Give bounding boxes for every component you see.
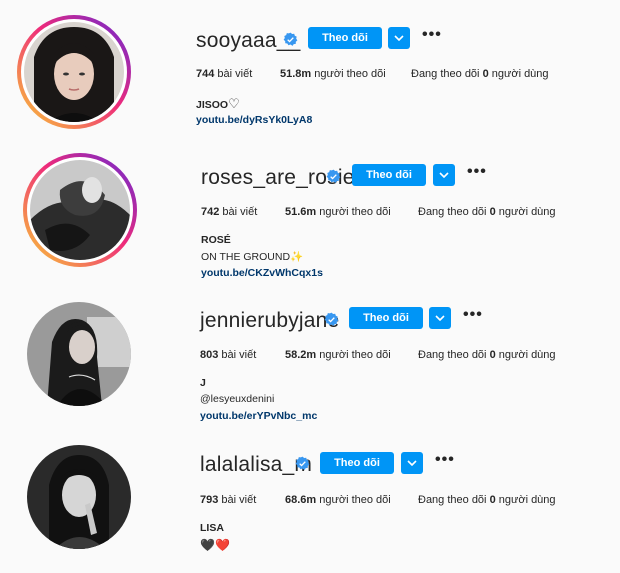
followers-count[interactable]: 58.2m người theo dõi xyxy=(285,349,391,361)
follow-button[interactable]: Theo dõi xyxy=(308,27,382,49)
avatar[interactable] xyxy=(27,302,131,406)
verified-badge-icon xyxy=(283,32,298,46)
suggested-dropdown-button[interactable] xyxy=(401,452,423,474)
bio-text: ON THE GROUND✨ xyxy=(201,251,304,263)
verified-badge-icon xyxy=(326,169,341,183)
verified-badge-icon xyxy=(324,312,339,326)
avatar[interactable] xyxy=(27,445,131,549)
follow-button[interactable]: Theo dõi xyxy=(320,452,394,474)
chevron-down-icon xyxy=(435,315,445,321)
followers-count[interactable]: 68.6m người theo dõi xyxy=(285,494,391,506)
more-options-icon[interactable]: ••• xyxy=(467,163,487,181)
hearts-icon: 🖤❤️ xyxy=(200,538,230,552)
posts-count: 803 bài viết xyxy=(200,349,257,361)
avatar[interactable] xyxy=(30,160,130,260)
avatar-photo-lisa xyxy=(27,445,131,549)
bio-name: JISOO♡ xyxy=(196,96,240,111)
verified-badge-icon xyxy=(295,456,310,470)
avatar-photo-rose xyxy=(30,160,130,260)
followers-count[interactable]: 51.6m người theo dõi xyxy=(285,206,391,218)
bio-name: ROSÉ xyxy=(201,234,231,246)
posts-count: 744 bài viết xyxy=(196,68,253,80)
more-options-icon[interactable]: ••• xyxy=(422,26,442,44)
chevron-down-icon xyxy=(439,172,449,178)
more-options-icon[interactable]: ••• xyxy=(463,306,483,324)
story-ring[interactable] xyxy=(17,15,131,129)
story-ring[interactable] xyxy=(23,153,137,267)
following-count[interactable]: Đang theo dõi 0 người dùng xyxy=(418,206,556,218)
suggested-dropdown-button[interactable] xyxy=(388,27,410,49)
sparkles-icon: ✨ xyxy=(290,251,304,263)
avatar[interactable] xyxy=(24,22,124,122)
chevron-down-icon xyxy=(394,35,404,41)
bio-name: J xyxy=(200,377,206,389)
posts-count: 793 bài viết xyxy=(200,494,257,506)
username: jennierubyjane xyxy=(200,309,340,332)
bio-name: LISA xyxy=(200,522,224,534)
followers-count[interactable]: 51.8m người theo dõi xyxy=(280,68,386,80)
follow-button[interactable]: Theo dõi xyxy=(349,307,423,329)
posts-count: 742 bài viết xyxy=(201,206,258,218)
avatar-photo-jisoo xyxy=(24,22,124,122)
heart-icon: ♡ xyxy=(228,96,240,111)
profile-link[interactable]: youtu.be/CKZvWhCqx1s xyxy=(201,267,323,279)
following-count[interactable]: Đang theo dõi 0 người dùng xyxy=(418,494,556,506)
following-count[interactable]: Đang theo dõi 0 người dùng xyxy=(418,349,556,361)
bio-mention[interactable]: @lesyeuxdenini xyxy=(200,393,274,405)
suggested-dropdown-button[interactable] xyxy=(429,307,451,329)
following-count[interactable]: Đang theo dõi 0 người dùng xyxy=(411,68,549,80)
chevron-down-icon xyxy=(407,460,417,466)
profile-link[interactable]: youtu.be/dyRsYk0LyA8 xyxy=(196,114,312,126)
more-options-icon[interactable]: ••• xyxy=(435,451,455,469)
follow-button[interactable]: Theo dõi xyxy=(352,164,426,186)
profile-link[interactable]: youtu.be/erYPvNbc_mc xyxy=(200,410,317,422)
avatar-photo-jennie xyxy=(27,302,131,406)
suggested-dropdown-button[interactable] xyxy=(433,164,455,186)
